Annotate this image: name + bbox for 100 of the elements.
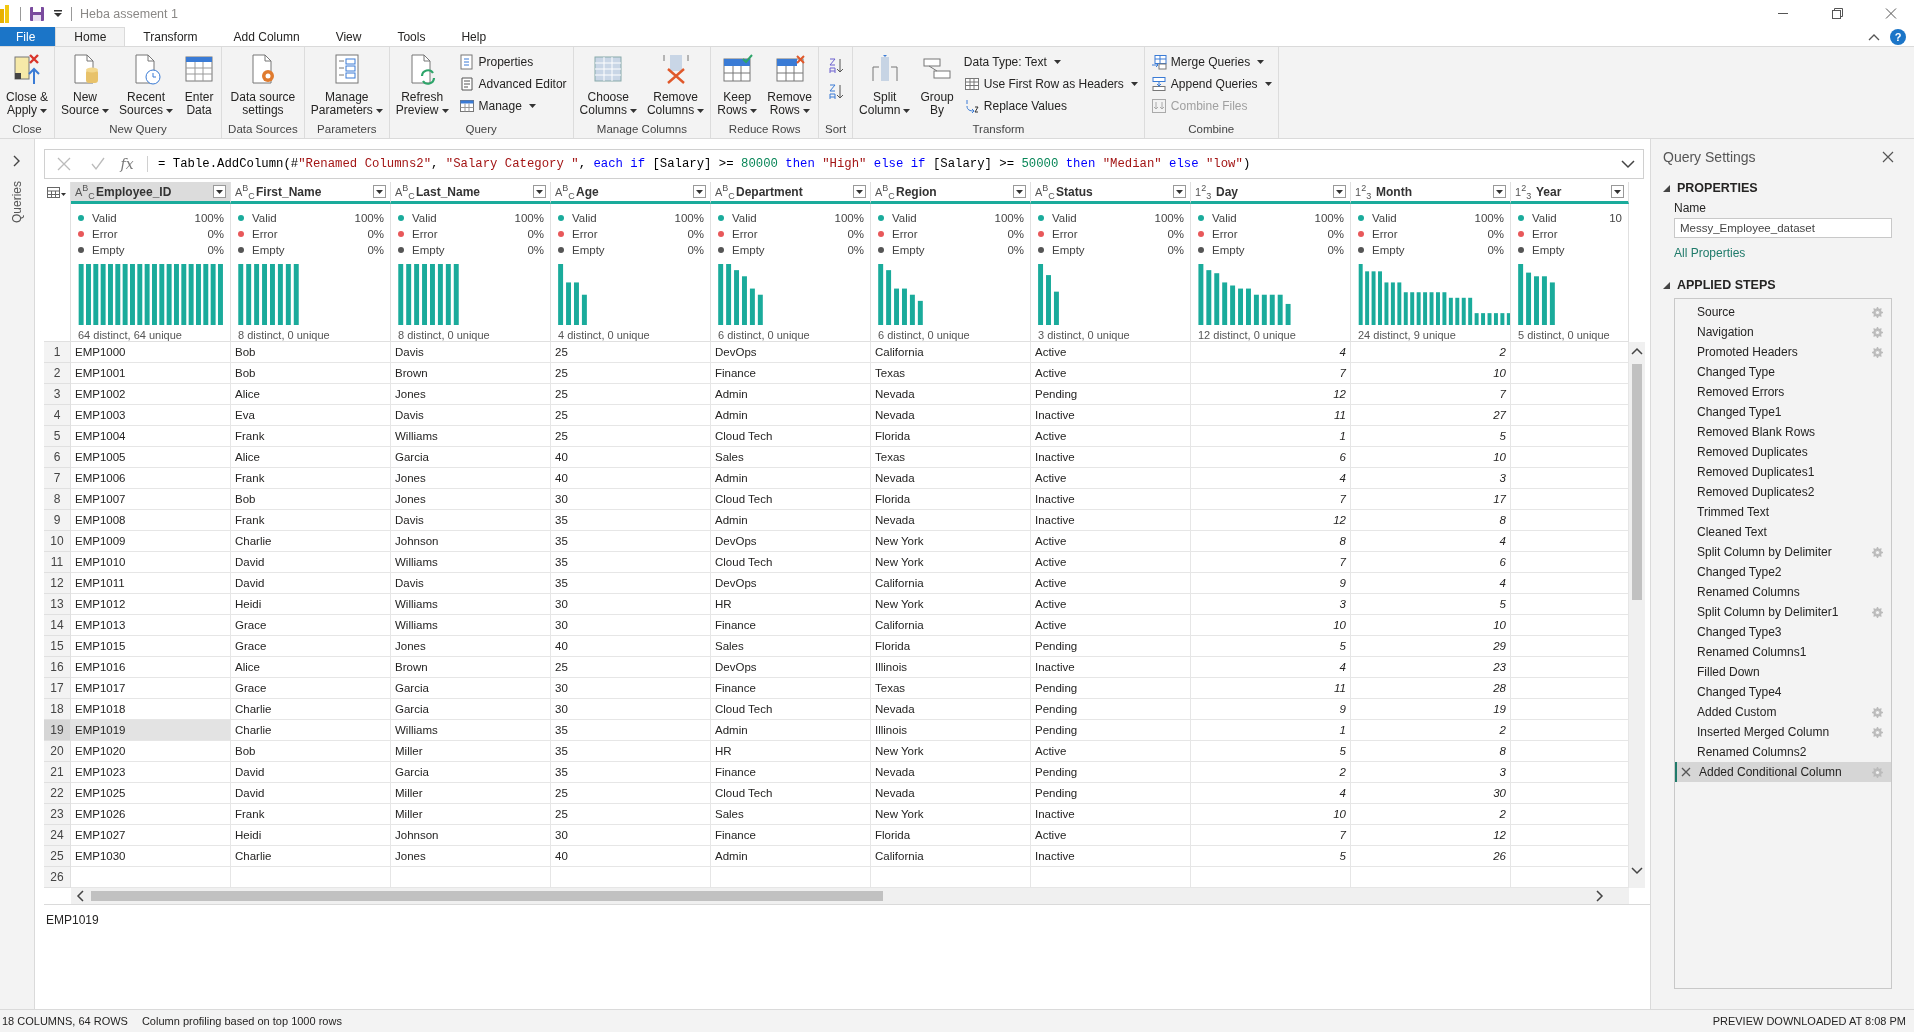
ribbon-button[interactable]: Data source settings [226, 51, 300, 119]
row-number[interactable]: 15 [44, 636, 71, 657]
applied-step[interactable]: Renamed Columns2 [1675, 742, 1891, 762]
ribbon-button[interactable]: Split Column [855, 51, 915, 119]
ribbon-button[interactable]: Manage Parameters [306, 51, 387, 119]
applied-step[interactable]: Changed Type1 [1675, 402, 1891, 422]
ribbon-tab[interactable]: Tools [379, 27, 444, 46]
row-number[interactable]: 17 [44, 678, 71, 699]
ribbon-button[interactable]: New Source [57, 51, 114, 119]
row-number[interactable]: 23 [44, 804, 71, 825]
column-header[interactable]: A$^{B}$$_{C}$Region [871, 182, 1031, 204]
expand-icon[interactable] [12, 155, 22, 167]
applied-step[interactable]: Renamed Columns [1675, 582, 1891, 602]
applied-step[interactable]: Added Conditional Column [1675, 762, 1891, 782]
column-header[interactable]: A$^{B}$$_{C}$Last_Name [391, 182, 551, 204]
applied-step[interactable]: Split Column by Delimiter1 [1675, 602, 1891, 622]
ribbon-button[interactable]: Recent Sources [115, 51, 178, 119]
horizontal-scrollbar[interactable] [71, 888, 1629, 904]
check-icon[interactable] [91, 157, 105, 171]
ribbon-button[interactable]: Replace Values [959, 97, 1142, 115]
row-number[interactable]: 4 [44, 405, 71, 426]
row-number[interactable]: 2 [44, 363, 71, 384]
ribbon-button[interactable]: Merge Queries [1146, 53, 1276, 71]
applied-step[interactable]: Promoted Headers [1675, 342, 1891, 362]
ribbon-button[interactable]: Group By [916, 51, 958, 119]
delete-step-icon[interactable] [1681, 767, 1691, 777]
ribbon-button[interactable]: Properties [454, 53, 571, 71]
column-header[interactable]: A$^{B}$$_{C}$Department [711, 182, 871, 204]
applied-step[interactable]: Removed Duplicates [1675, 442, 1891, 462]
applied-step[interactable]: Cleaned Text [1675, 522, 1891, 542]
table-menu-icon[interactable] [47, 187, 67, 199]
collapse-triangle-icon[interactable] [1663, 281, 1670, 289]
filter-button[interactable] [1013, 185, 1026, 198]
applied-step[interactable]: Added Custom [1675, 702, 1891, 722]
applied-step[interactable]: Navigation [1675, 322, 1891, 342]
column-header[interactable]: 1$^{2}$$_{3}$ Day [1191, 182, 1351, 204]
applied-step[interactable]: Split Column by Delimiter [1675, 542, 1891, 562]
ribbon-tab[interactable]: Transform [125, 27, 216, 46]
dropdown-icon[interactable] [53, 8, 63, 19]
row-number[interactable]: 9 [44, 510, 71, 531]
row-number[interactable]: 24 [44, 825, 71, 846]
queries-pane-label[interactable]: Queries [10, 181, 24, 224]
ribbon-button[interactable]: Keep Rows [713, 51, 762, 119]
row-number[interactable]: 19 [44, 720, 71, 741]
column-header[interactable]: A$^{B}$$_{C}$First_Name [231, 182, 391, 204]
sort-descending-icon[interactable] [827, 83, 844, 99]
ribbon-button[interactable]: Use First Row as Headers [959, 75, 1142, 93]
filter-button[interactable] [1611, 185, 1624, 198]
applied-step[interactable]: Filled Down [1675, 662, 1891, 682]
filter-button[interactable] [853, 185, 866, 198]
column-header[interactable]: A$^{B}$$_{C}$Employee_ID [71, 182, 231, 204]
all-properties-link[interactable]: All Properties [1674, 246, 1914, 260]
formula-field[interactable]: = Table.AddColumn(#"Renamed Columns2", "Salary Category ", each if [Salary] >= 80000 then "High" else if [Salary] >= 50000 then "Median" else "low") [148, 157, 1613, 171]
applied-step[interactable]: Removed Errors [1675, 382, 1891, 402]
applied-step[interactable]: Changed Type3 [1675, 622, 1891, 642]
close-icon[interactable] [1882, 151, 1894, 163]
ribbon-tab[interactable]: Add Column [215, 27, 318, 46]
row-number[interactable]: 18 [44, 699, 71, 720]
row-number[interactable]: 1 [44, 342, 71, 363]
row-number[interactable]: 22 [44, 783, 71, 804]
row-number[interactable]: 21 [44, 762, 71, 783]
row-number[interactable]: 11 [44, 552, 71, 573]
ribbon-button[interactable]: Remove Columns [642, 51, 709, 119]
filter-button[interactable] [1173, 185, 1186, 198]
ribbon-tab[interactable]: View [317, 27, 380, 46]
applied-step[interactable]: Changed Type4 [1675, 682, 1891, 702]
ribbon-button[interactable]: Append Queries [1146, 75, 1276, 93]
filter-button[interactable] [533, 185, 546, 198]
applied-step[interactable]: Changed Type [1675, 362, 1891, 382]
applied-step[interactable]: Removed Duplicates2 [1675, 482, 1891, 502]
row-number[interactable]: 13 [44, 594, 71, 615]
ribbon-tab[interactable]: Home [55, 27, 126, 46]
row-number[interactable]: 3 [44, 384, 71, 405]
row-number[interactable]: 20 [44, 741, 71, 762]
applied-step[interactable]: Removed Blank Rows [1675, 422, 1891, 442]
applied-step[interactable]: Inserted Merged Column [1675, 722, 1891, 742]
ribbon-button[interactable]: Advanced Editor [454, 75, 571, 93]
row-number[interactable]: 26 [44, 867, 71, 888]
row-number[interactable]: 25 [44, 846, 71, 867]
ribbon-button[interactable]: Remove Rows [763, 51, 816, 119]
row-number[interactable]: 14 [44, 615, 71, 636]
vertical-scrollbar[interactable] [1629, 342, 1645, 888]
applied-step[interactable]: Source [1675, 302, 1891, 322]
filter-button[interactable] [373, 185, 386, 198]
fx-label[interactable]: fx [113, 156, 148, 172]
row-number[interactable]: 7 [44, 468, 71, 489]
ribbon-tab[interactable]: File [0, 27, 56, 46]
ribbon-button[interactable]: Manage [454, 97, 571, 115]
collapse-ribbon-icon[interactable] [1868, 32, 1880, 41]
row-number[interactable]: 10 [44, 531, 71, 552]
ribbon-button[interactable]: Enter Data [179, 51, 220, 119]
row-number[interactable]: 16 [44, 657, 71, 678]
applied-step[interactable]: Removed Duplicates1 [1675, 462, 1891, 482]
column-header[interactable]: 1$^{2}$$_{3}$ Year [1511, 182, 1629, 204]
chevron-down-icon[interactable] [1621, 159, 1635, 169]
ribbon-button[interactable]: Choose Columns [575, 51, 641, 119]
row-number[interactable]: 8 [44, 489, 71, 510]
help-button[interactable]: ? [1890, 28, 1906, 45]
filter-button[interactable] [1333, 185, 1346, 198]
applied-step[interactable]: Trimmed Text [1675, 502, 1891, 522]
